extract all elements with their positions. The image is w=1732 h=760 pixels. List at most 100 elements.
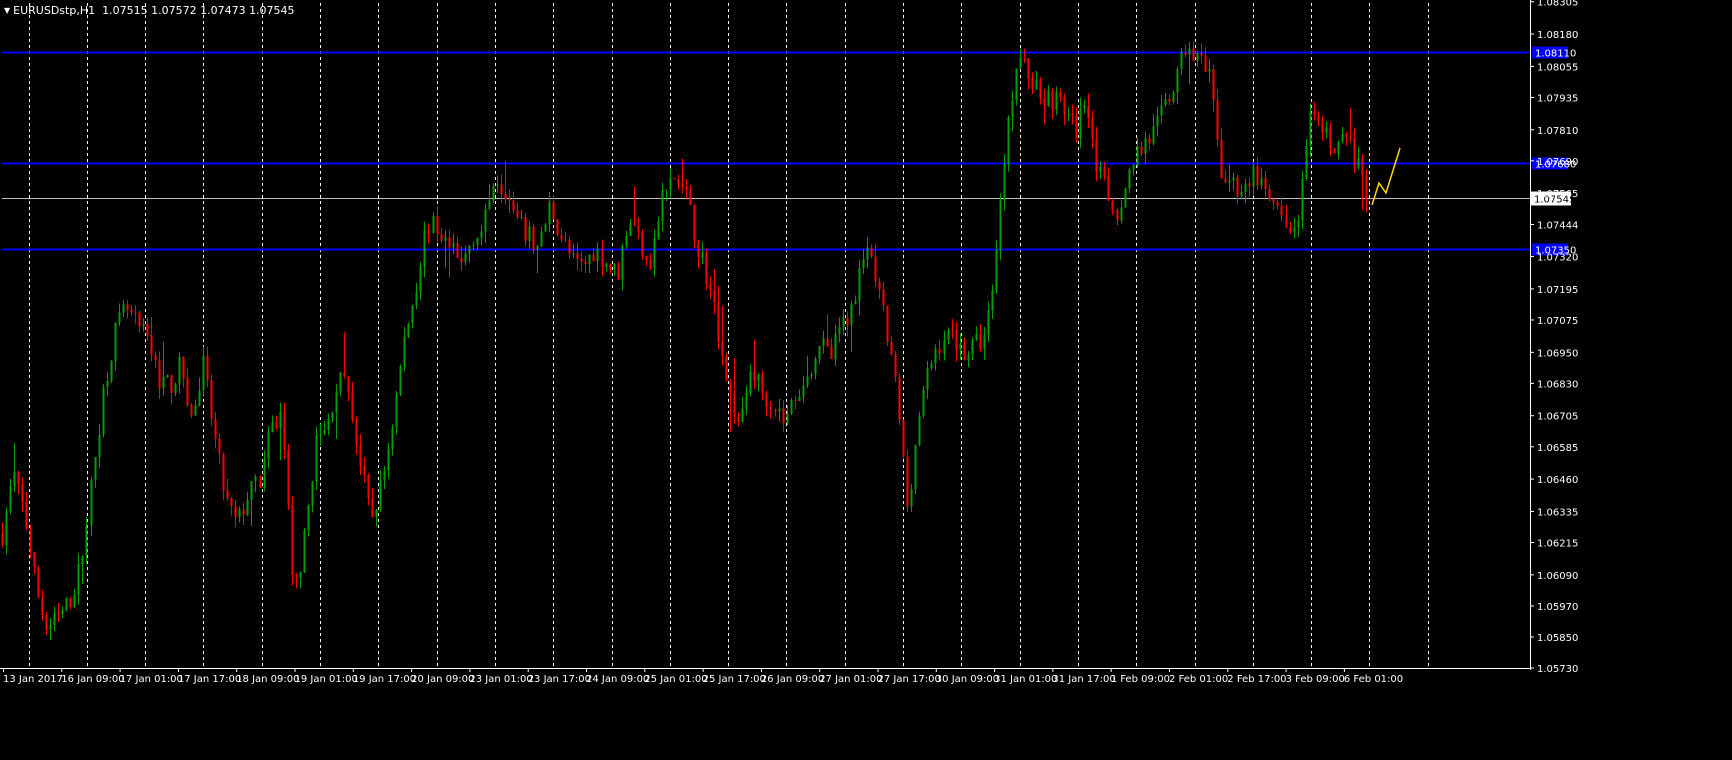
candle [1280,197,1283,222]
time-tick-label: 27 Jan 01:00 [819,674,882,685]
candle [226,479,229,501]
candle [713,269,716,315]
candle-body [1132,165,1135,170]
candle [798,389,801,401]
candle [246,491,249,516]
candle [512,191,515,214]
candle [432,212,435,234]
candle-body [480,231,483,239]
candle [609,263,612,274]
candle-body [1321,119,1324,133]
candle-body [1365,174,1368,199]
candle-body [1144,137,1147,155]
candle [275,415,278,431]
candle-body [1260,177,1263,186]
candle [37,565,40,599]
candle [452,233,455,255]
price-chart-canvas[interactable]: 1.081101.076801.073501.075451.083051.081… [0,0,1732,760]
time-tick-label: 17 Jan 01:00 [120,674,183,685]
candle-body [1301,178,1304,221]
candle [898,373,901,426]
candle-body [1349,136,1352,138]
candle [1272,197,1275,210]
triangle-down-icon[interactable]: ▼ [4,6,10,15]
candle-body [774,409,777,412]
candle-body [769,406,772,410]
candle [1140,141,1143,157]
candle-body [383,470,386,481]
candle-body [669,178,672,190]
candle-body [106,381,109,388]
candle-body [995,249,998,291]
candle [238,506,241,523]
price-tick-label: 1.06335 [1537,507,1578,518]
candle-body [657,221,660,239]
candle [57,602,60,623]
candle [267,425,270,469]
candle-body [311,481,314,506]
candle [532,224,535,254]
horizontal-levels[interactable] [2,51,1530,251]
candle [596,241,599,273]
candle-body [572,253,575,255]
candle-body [210,380,213,420]
candle-body [69,598,72,608]
candle-body [1272,199,1275,203]
candle-body [1124,188,1127,208]
candle [206,346,209,387]
candle-body [359,444,362,466]
candle [1035,71,1038,90]
candle-body [1095,138,1098,172]
candle [1200,43,1203,65]
candle [279,402,282,460]
candle [419,261,422,300]
candle-body [1268,189,1271,200]
candle-body [230,498,233,507]
candle [98,424,101,469]
candle [733,357,736,424]
candle-body [218,438,221,454]
time-tick-label: 27 Jan 17:00 [878,674,941,685]
candle [371,488,374,518]
candle [448,229,451,278]
candle-body [182,357,185,379]
price-tick-label: 1.07935 [1537,93,1578,104]
candle-body [1107,175,1110,201]
candle [13,442,16,492]
candle-body [1208,68,1211,72]
candle [975,326,978,342]
candle [1349,107,1352,143]
candle-body [174,384,177,394]
candle-body [1220,139,1223,179]
candle [492,183,495,204]
candle-body [214,419,217,439]
candle [894,350,897,383]
candle [299,571,302,589]
candle-body [560,235,563,240]
candle [178,352,181,394]
candle-body [142,323,145,327]
candle-body [826,338,829,347]
candle [963,337,966,361]
candle-body [1168,98,1171,102]
candle-body [476,238,479,245]
candle-body [596,248,599,262]
price-tick-label: 1.06460 [1537,475,1578,486]
candle-body [786,413,789,423]
candle-body [938,349,941,354]
candle-body [1071,113,1074,116]
candle-body [271,422,274,433]
candle [142,318,145,332]
chart[interactable]: 1.08110 1.07680 1.07350 1.07545 1.08305 1.081… [0,0,1732,760]
candle [508,189,511,214]
candle [701,241,704,264]
candle-body [576,253,579,259]
candle [1,522,4,548]
candle [186,367,189,407]
candle [745,386,748,416]
candle-body [343,372,346,377]
candle-body [1152,126,1155,144]
candle-body [57,613,60,615]
candle-body [130,309,133,313]
candle-body [1240,191,1243,197]
